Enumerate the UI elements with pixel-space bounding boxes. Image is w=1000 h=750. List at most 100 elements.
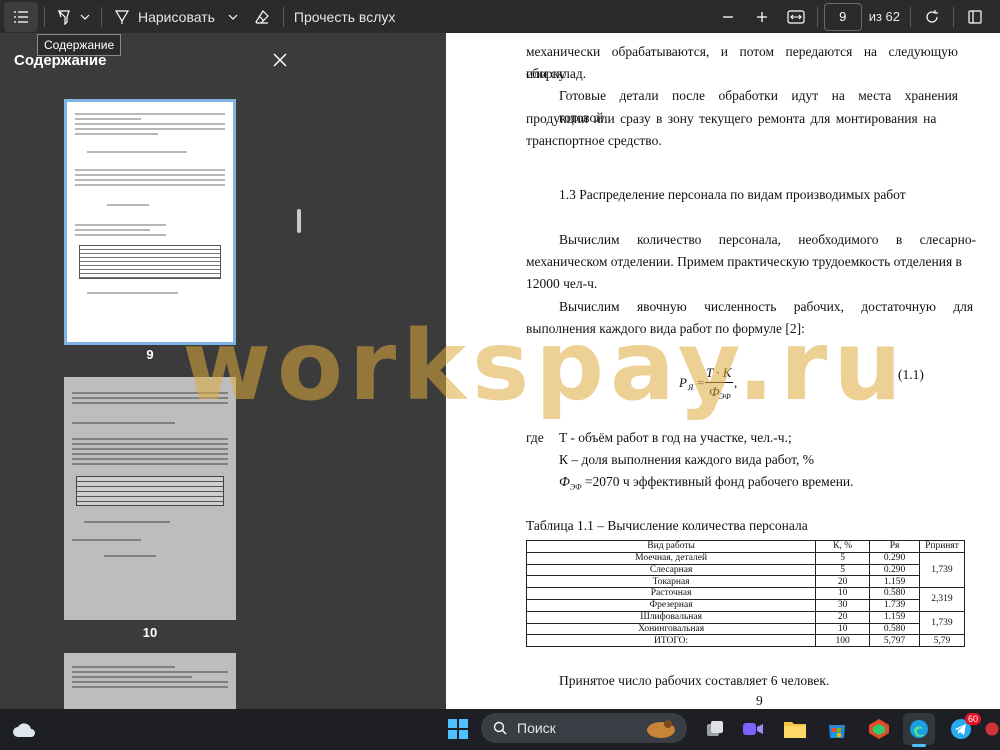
toolbar-divider	[910, 6, 911, 27]
table-cell: 10	[815, 622, 871, 636]
table-cell: 1.159	[869, 575, 920, 589]
thumbnail-text-line	[75, 229, 150, 231]
zoom-in-button[interactable]	[747, 2, 777, 32]
table-cell: ИТОГО:	[525, 634, 817, 648]
edge-icon	[910, 720, 928, 738]
fit-width-button[interactable]	[781, 2, 811, 32]
paragraph-line: транспортное средство.	[526, 133, 662, 148]
document-page: механически обрабатываются, и потом пере…	[446, 33, 1000, 709]
thumbnail-text-line	[87, 292, 179, 294]
table-cell: Токарная	[525, 575, 817, 589]
folder-icon	[784, 722, 806, 738]
table-row-total: ИТОГО: 100 5,797 5,79	[525, 634, 966, 648]
notification-badge: 60	[964, 713, 981, 725]
table-cell-accepted: 5,79	[918, 634, 966, 648]
section-heading: 1.3 Распределение персонала по видам про…	[559, 187, 906, 202]
table-header-row: Вид работы К, % Pя Pпринят	[525, 540, 966, 553]
page-view-button[interactable]	[960, 2, 990, 32]
fit-width-icon	[787, 9, 805, 24]
app-button-colorful[interactable]	[863, 713, 895, 745]
thumbnail-page-11[interactable]	[64, 653, 236, 709]
definition-f-subscript: ЭФ	[569, 482, 582, 492]
thumbnail-text-line	[72, 402, 228, 404]
personnel-table: Вид работы К, % Pя Pпринят Моечная, дета…	[525, 540, 966, 648]
table-cell: 1.159	[869, 610, 920, 624]
thumbnail-text-line	[72, 671, 228, 673]
table-cell: Моечная, деталей	[525, 551, 817, 565]
thumbnail-text-line	[72, 453, 228, 455]
thumbnail-page-10[interactable]	[64, 377, 236, 620]
table-row: Фрезерная 30 1.739	[525, 598, 965, 612]
toolbar-divider	[953, 6, 954, 27]
chevron-down-icon	[80, 14, 90, 20]
paragraph-line: выполнения каждого вида работ по формуле…	[526, 321, 805, 336]
paragraph-line: или склад.	[526, 66, 587, 81]
table-cell: 1.739	[869, 598, 920, 612]
toolbar-divider	[282, 6, 284, 27]
contents-toggle-button[interactable]	[4, 1, 38, 32]
table-cell: 5,797	[869, 634, 920, 648]
draw-button[interactable]: Нарисовать	[108, 2, 221, 32]
taskbar-search-box[interactable]: Поиск	[481, 713, 687, 743]
taskbar-overflow-app[interactable]	[984, 713, 1000, 745]
sidebar-scrollbar[interactable]	[297, 209, 301, 233]
thumbnail-text-line	[72, 686, 228, 688]
app-icon	[985, 722, 999, 736]
highlight-options-button[interactable]	[77, 2, 93, 32]
table-row: Моечная, деталей 5 0.290 1,739	[525, 551, 966, 589]
table-row: Шлифовальная 20 1.159 1,739	[525, 610, 966, 636]
paragraph-line: механически обрабатываются, и потом пере…	[526, 44, 958, 81]
fraction-bar	[705, 382, 733, 383]
thumbnail-text-line	[75, 123, 225, 125]
table-header: Pпринят	[918, 540, 966, 553]
telegram-button[interactable]: 60	[945, 713, 981, 745]
list-icon	[14, 10, 28, 23]
start-button[interactable]	[442, 713, 474, 745]
windows-logo-icon	[448, 719, 468, 739]
thumbnail-text-line	[104, 555, 156, 557]
thumbnail-text-line	[75, 133, 158, 135]
weather-widget[interactable]	[8, 713, 40, 745]
read-aloud-label: Прочесть вслух	[293, 8, 396, 25]
table-row: Хонинговальная 10 0.580	[525, 622, 965, 636]
task-view-icon	[707, 721, 723, 736]
thumbnail-text-line	[72, 392, 228, 394]
edge-browser-button[interactable]	[903, 713, 935, 745]
plus-icon	[756, 11, 767, 22]
contents-sidebar: 9 10	[0, 33, 306, 709]
formula-equals: =	[697, 375, 705, 390]
cloud-icon	[13, 723, 35, 737]
app-icon	[869, 719, 889, 739]
thumbnail-text-line	[72, 539, 141, 541]
table-cell: Фрезерная	[525, 598, 817, 612]
draw-options-button[interactable]	[225, 2, 241, 32]
table-cell: 0.580	[869, 587, 920, 600]
thumbnail-page-9[interactable]	[64, 99, 236, 345]
thumbnail-text-line	[75, 113, 225, 115]
table-cell: 20	[815, 575, 871, 589]
rotate-button[interactable]	[917, 2, 947, 32]
document-canvas-background	[306, 33, 446, 709]
table-cell-accepted: 2,319	[918, 587, 966, 612]
thumbnail-text-line	[72, 448, 228, 450]
thumbnail-text-line	[107, 204, 149, 206]
definition-f-text: =2070 ч эффективный фонд рабочего времен…	[581, 474, 854, 489]
zoom-out-button[interactable]	[713, 2, 743, 32]
file-explorer-button[interactable]	[779, 713, 811, 745]
thumbnail-text-line	[72, 681, 228, 683]
meet-app-button[interactable]	[737, 713, 769, 745]
erase-button[interactable]	[247, 2, 277, 32]
read-aloud-button[interactable]: Прочесть вслух	[290, 2, 399, 32]
page-number-input[interactable]: 9	[823, 2, 862, 31]
toolbar-divider	[816, 6, 818, 27]
table-cell-accepted: 1,739	[918, 551, 966, 589]
close-sidebar-button[interactable]	[268, 48, 292, 72]
highlighter-icon	[57, 9, 70, 25]
highlight-button[interactable]	[51, 2, 77, 32]
task-view-button[interactable]	[699, 713, 731, 745]
thumbnail-table	[79, 245, 221, 279]
thumbnail-text-line	[72, 676, 193, 678]
pdf-toolbar: Нарисовать Прочесть вслух 9 из 62	[0, 0, 1000, 33]
store-app-button[interactable]	[821, 713, 853, 745]
paragraph-line: Вычислим явочную численность рабочих, до…	[559, 299, 974, 314]
